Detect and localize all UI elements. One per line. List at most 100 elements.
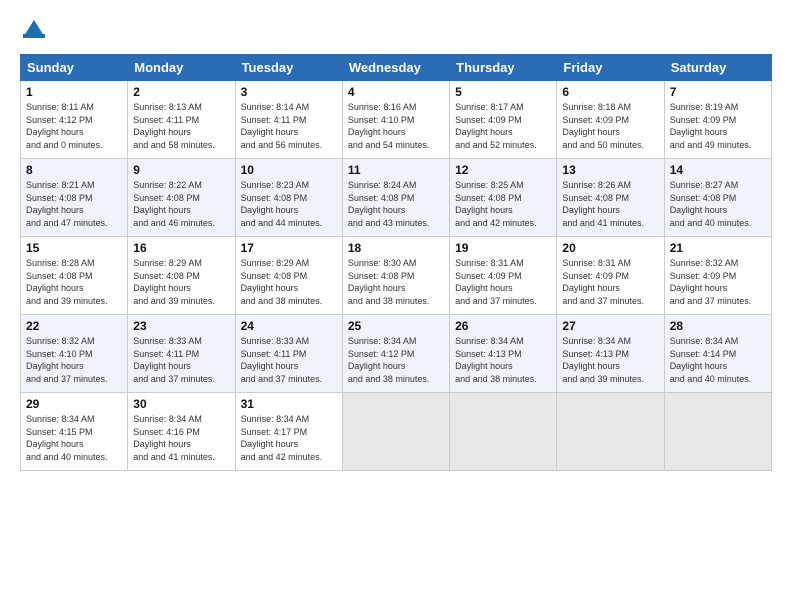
calendar-cell: 26 Sunrise: 8:34 AMSunset: 4:13 PMDaylig… (450, 315, 557, 393)
day-number: 8 (26, 163, 122, 177)
day-detail: Sunrise: 8:31 AMSunset: 4:09 PMDaylight … (455, 258, 537, 306)
day-detail: Sunrise: 8:22 AMSunset: 4:08 PMDaylight … (133, 180, 215, 228)
day-number: 22 (26, 319, 122, 333)
calendar-cell: 28 Sunrise: 8:34 AMSunset: 4:14 PMDaylig… (664, 315, 771, 393)
day-number: 5 (455, 85, 551, 99)
calendar-header-row: SundayMondayTuesdayWednesdayThursdayFrid… (21, 55, 772, 81)
header-monday: Monday (128, 55, 235, 81)
calendar-cell: 6 Sunrise: 8:18 AMSunset: 4:09 PMDayligh… (557, 81, 664, 159)
day-number: 1 (26, 85, 122, 99)
calendar-cell: 20 Sunrise: 8:31 AMSunset: 4:09 PMDaylig… (557, 237, 664, 315)
day-number: 28 (670, 319, 766, 333)
calendar-cell: 31 Sunrise: 8:34 AMSunset: 4:17 PMDaylig… (235, 393, 342, 471)
day-detail: Sunrise: 8:24 AMSunset: 4:08 PMDaylight … (348, 180, 430, 228)
day-number: 26 (455, 319, 551, 333)
calendar-cell: 12 Sunrise: 8:25 AMSunset: 4:08 PMDaylig… (450, 159, 557, 237)
calendar-week-4: 22 Sunrise: 8:32 AMSunset: 4:10 PMDaylig… (21, 315, 772, 393)
calendar-cell: 5 Sunrise: 8:17 AMSunset: 4:09 PMDayligh… (450, 81, 557, 159)
calendar-week-5: 29 Sunrise: 8:34 AMSunset: 4:15 PMDaylig… (21, 393, 772, 471)
calendar-cell (342, 393, 449, 471)
calendar-cell: 1 Sunrise: 8:11 AMSunset: 4:12 PMDayligh… (21, 81, 128, 159)
day-detail: Sunrise: 8:29 AMSunset: 4:08 PMDaylight … (133, 258, 215, 306)
day-number: 27 (562, 319, 658, 333)
day-detail: Sunrise: 8:19 AMSunset: 4:09 PMDaylight … (670, 102, 752, 150)
calendar-cell: 9 Sunrise: 8:22 AMSunset: 4:08 PMDayligh… (128, 159, 235, 237)
day-number: 7 (670, 85, 766, 99)
day-number: 18 (348, 241, 444, 255)
day-number: 13 (562, 163, 658, 177)
calendar-cell: 18 Sunrise: 8:30 AMSunset: 4:08 PMDaylig… (342, 237, 449, 315)
calendar-cell: 17 Sunrise: 8:29 AMSunset: 4:08 PMDaylig… (235, 237, 342, 315)
header-wednesday: Wednesday (342, 55, 449, 81)
day-detail: Sunrise: 8:32 AMSunset: 4:10 PMDaylight … (26, 336, 108, 384)
header-tuesday: Tuesday (235, 55, 342, 81)
day-detail: Sunrise: 8:34 AMSunset: 4:13 PMDaylight … (455, 336, 537, 384)
calendar-cell (450, 393, 557, 471)
header-thursday: Thursday (450, 55, 557, 81)
calendar-cell: 23 Sunrise: 8:33 AMSunset: 4:11 PMDaylig… (128, 315, 235, 393)
day-detail: Sunrise: 8:34 AMSunset: 4:15 PMDaylight … (26, 414, 108, 462)
calendar-cell: 3 Sunrise: 8:14 AMSunset: 4:11 PMDayligh… (235, 81, 342, 159)
calendar-week-3: 15 Sunrise: 8:28 AMSunset: 4:08 PMDaylig… (21, 237, 772, 315)
calendar-cell: 27 Sunrise: 8:34 AMSunset: 4:13 PMDaylig… (557, 315, 664, 393)
day-number: 20 (562, 241, 658, 255)
page: SundayMondayTuesdayWednesdayThursdayFrid… (0, 0, 792, 612)
day-detail: Sunrise: 8:18 AMSunset: 4:09 PMDaylight … (562, 102, 644, 150)
day-detail: Sunrise: 8:21 AMSunset: 4:08 PMDaylight … (26, 180, 108, 228)
day-detail: Sunrise: 8:34 AMSunset: 4:16 PMDaylight … (133, 414, 215, 462)
calendar-cell: 15 Sunrise: 8:28 AMSunset: 4:08 PMDaylig… (21, 237, 128, 315)
calendar-cell: 8 Sunrise: 8:21 AMSunset: 4:08 PMDayligh… (21, 159, 128, 237)
calendar-cell: 7 Sunrise: 8:19 AMSunset: 4:09 PMDayligh… (664, 81, 771, 159)
logo (20, 16, 52, 44)
logo-icon (20, 16, 48, 44)
day-detail: Sunrise: 8:33 AMSunset: 4:11 PMDaylight … (241, 336, 323, 384)
calendar-cell: 4 Sunrise: 8:16 AMSunset: 4:10 PMDayligh… (342, 81, 449, 159)
day-number: 29 (26, 397, 122, 411)
day-detail: Sunrise: 8:33 AMSunset: 4:11 PMDaylight … (133, 336, 215, 384)
calendar-cell: 10 Sunrise: 8:23 AMSunset: 4:08 PMDaylig… (235, 159, 342, 237)
day-detail: Sunrise: 8:25 AMSunset: 4:08 PMDaylight … (455, 180, 537, 228)
day-number: 25 (348, 319, 444, 333)
header (20, 16, 772, 44)
day-number: 16 (133, 241, 229, 255)
calendar-week-1: 1 Sunrise: 8:11 AMSunset: 4:12 PMDayligh… (21, 81, 772, 159)
day-number: 10 (241, 163, 337, 177)
calendar-cell: 19 Sunrise: 8:31 AMSunset: 4:09 PMDaylig… (450, 237, 557, 315)
day-number: 2 (133, 85, 229, 99)
day-number: 11 (348, 163, 444, 177)
day-detail: Sunrise: 8:34 AMSunset: 4:14 PMDaylight … (670, 336, 752, 384)
calendar-cell (664, 393, 771, 471)
day-detail: Sunrise: 8:34 AMSunset: 4:13 PMDaylight … (562, 336, 644, 384)
calendar-table: SundayMondayTuesdayWednesdayThursdayFrid… (20, 54, 772, 471)
day-detail: Sunrise: 8:34 AMSunset: 4:12 PMDaylight … (348, 336, 430, 384)
calendar-cell: 21 Sunrise: 8:32 AMSunset: 4:09 PMDaylig… (664, 237, 771, 315)
day-detail: Sunrise: 8:26 AMSunset: 4:08 PMDaylight … (562, 180, 644, 228)
day-detail: Sunrise: 8:14 AMSunset: 4:11 PMDaylight … (241, 102, 323, 150)
day-detail: Sunrise: 8:28 AMSunset: 4:08 PMDaylight … (26, 258, 108, 306)
day-number: 31 (241, 397, 337, 411)
calendar-cell: 2 Sunrise: 8:13 AMSunset: 4:11 PMDayligh… (128, 81, 235, 159)
header-sunday: Sunday (21, 55, 128, 81)
calendar-cell: 29 Sunrise: 8:34 AMSunset: 4:15 PMDaylig… (21, 393, 128, 471)
day-number: 15 (26, 241, 122, 255)
header-friday: Friday (557, 55, 664, 81)
calendar-cell: 14 Sunrise: 8:27 AMSunset: 4:08 PMDaylig… (664, 159, 771, 237)
day-number: 24 (241, 319, 337, 333)
day-number: 4 (348, 85, 444, 99)
day-detail: Sunrise: 8:16 AMSunset: 4:10 PMDaylight … (348, 102, 430, 150)
day-detail: Sunrise: 8:11 AMSunset: 4:12 PMDaylight … (26, 102, 103, 150)
day-detail: Sunrise: 8:23 AMSunset: 4:08 PMDaylight … (241, 180, 323, 228)
calendar-cell: 30 Sunrise: 8:34 AMSunset: 4:16 PMDaylig… (128, 393, 235, 471)
day-number: 12 (455, 163, 551, 177)
calendar-cell (557, 393, 664, 471)
day-number: 21 (670, 241, 766, 255)
calendar-cell: 24 Sunrise: 8:33 AMSunset: 4:11 PMDaylig… (235, 315, 342, 393)
header-saturday: Saturday (664, 55, 771, 81)
day-number: 17 (241, 241, 337, 255)
day-detail: Sunrise: 8:27 AMSunset: 4:08 PMDaylight … (670, 180, 752, 228)
calendar-cell: 22 Sunrise: 8:32 AMSunset: 4:10 PMDaylig… (21, 315, 128, 393)
day-number: 14 (670, 163, 766, 177)
calendar-cell: 11 Sunrise: 8:24 AMSunset: 4:08 PMDaylig… (342, 159, 449, 237)
day-number: 30 (133, 397, 229, 411)
day-detail: Sunrise: 8:31 AMSunset: 4:09 PMDaylight … (562, 258, 644, 306)
